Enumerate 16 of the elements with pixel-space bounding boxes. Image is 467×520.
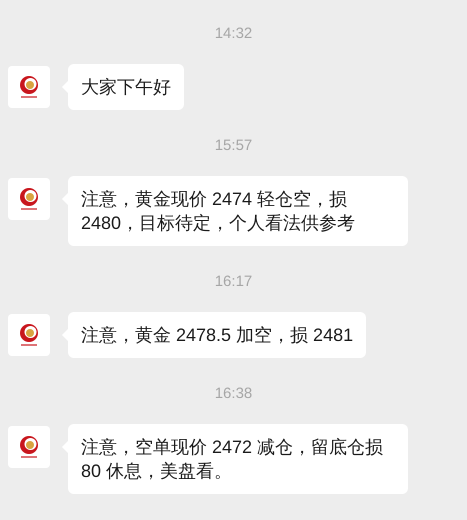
avatar[interactable] — [8, 66, 50, 108]
message-bubble: 大家下午好 — [68, 64, 184, 110]
logo-icon — [18, 187, 40, 211]
avatar[interactable] — [8, 314, 50, 356]
avatar[interactable] — [8, 426, 50, 468]
logo-icon — [18, 435, 40, 459]
message-bubble: 注意，空单现价 2472 减仓，留底仓损 80 休息，美盘看。 — [68, 424, 408, 494]
timestamp: 16:17 — [214, 272, 252, 292]
message-bubble: 注意，黄金 2478.5 加空，损 2481 — [68, 312, 366, 358]
message-bubble: 注意，黄金现价 2474 轻仓空，损 2480，目标待定，个人看法供参考 — [68, 176, 408, 246]
timestamp: 14:32 — [214, 24, 252, 44]
timestamp: 16:38 — [214, 384, 252, 404]
avatar[interactable] — [8, 178, 50, 220]
logo-icon — [18, 323, 40, 347]
logo-icon — [18, 75, 40, 99]
timestamp: 15:57 — [214, 136, 252, 156]
